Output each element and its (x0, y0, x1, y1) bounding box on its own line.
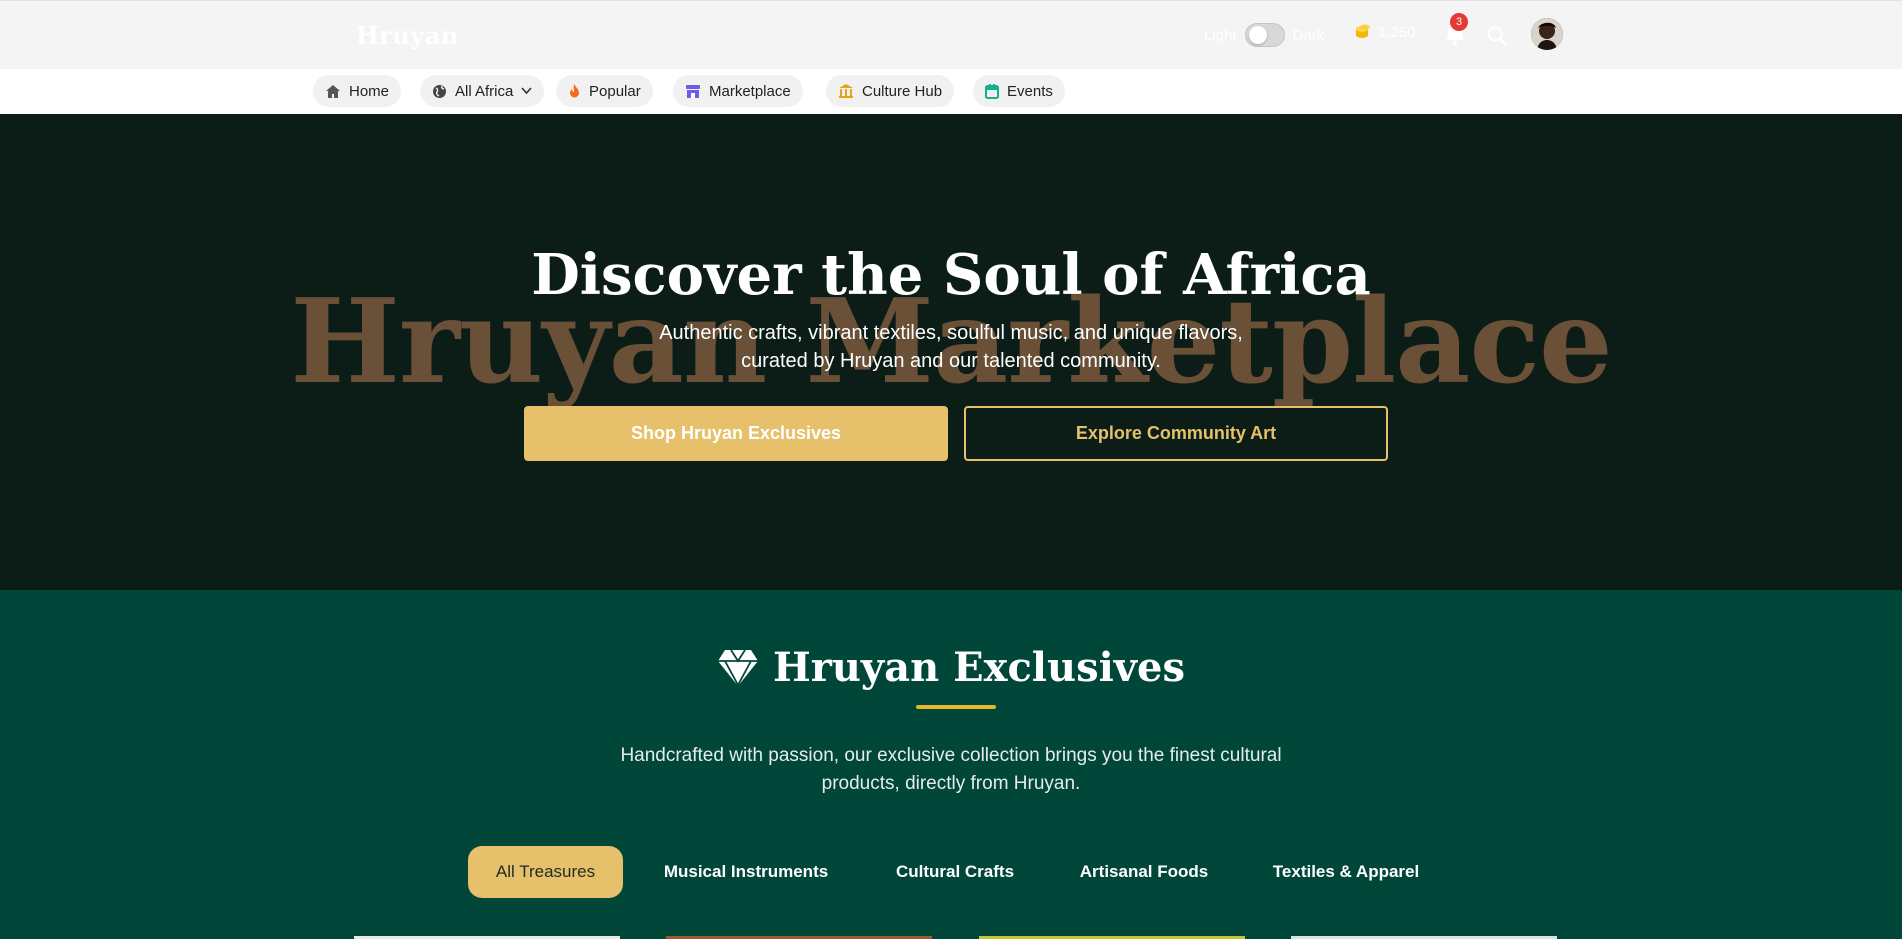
tab-all-treasures[interactable]: All Treasures (468, 846, 623, 898)
nav-item-events[interactable]: Events (973, 75, 1065, 107)
hero-section: Hruyan Marketplace Discover the Soul of … (0, 114, 1902, 590)
hero-subtitle-line: curated by Hruyan and our talented commu… (741, 350, 1161, 372)
description-line: products, directly from Hruyan. (821, 773, 1081, 794)
flame-icon (570, 84, 579, 98)
avatar[interactable] (1531, 18, 1563, 50)
brand-logo[interactable]: Hruyan (356, 21, 459, 50)
theme-dark-label: Dark (1292, 26, 1325, 44)
main-nav: Home All Africa Popular Marketplace Cult… (0, 69, 1902, 114)
tab-textiles-apparel[interactable]: Textiles & Apparel (1256, 846, 1436, 898)
landmark-icon (839, 83, 853, 98)
description-line: Handcrafted with passion, our exclusive … (620, 745, 1282, 766)
switch-knob (1248, 26, 1267, 44)
top-header: Hruyan Light Dark 1,250 3 (0, 0, 1902, 69)
tab-musical-instruments[interactable]: Musical Instruments (648, 846, 844, 898)
nav-item-label: All Africa (455, 82, 514, 100)
tab-artisanal-foods[interactable]: Artisanal Foods (1066, 846, 1222, 898)
home-icon (326, 84, 340, 98)
theme-switch[interactable] (1244, 23, 1285, 47)
exclusives-heading: Hruyan Exclusives (0, 644, 1902, 691)
hero-subtitle-line: Authentic crafts, vibrant textiles, soul… (659, 322, 1243, 344)
calendar-icon (985, 83, 999, 99)
tab-cultural-crafts[interactable]: Cultural Crafts (876, 846, 1034, 898)
exclusives-section: Hruyan Exclusives Handcrafted with passi… (0, 590, 1902, 939)
theme-light-label: Light (1204, 26, 1237, 44)
nav-item-marketplace[interactable]: Marketplace (673, 75, 803, 107)
coin-count: 1,250 (1378, 23, 1416, 41)
exclusives-title: Hruyan Exclusives (772, 644, 1185, 691)
nav-item-label: Marketplace (709, 82, 791, 100)
nav-item-all-africa[interactable]: All Africa (420, 75, 545, 107)
nav-item-label: Popular (589, 82, 641, 100)
shop-exclusives-button[interactable]: Shop Hruyan Exclusives (524, 406, 948, 461)
gem-icon (717, 649, 758, 687)
coins-icon (1356, 24, 1370, 38)
nav-item-popular[interactable]: Popular (556, 75, 653, 107)
nav-item-label: Home (349, 82, 390, 100)
nav-item-label: Events (1007, 82, 1053, 100)
explore-community-art-button[interactable]: Explore Community Art (964, 406, 1388, 461)
chevron-down-icon (521, 87, 532, 95)
exclusives-description: Handcrafted with passion, our exclusive … (590, 742, 1312, 798)
hero-subtitle: Authentic crafts, vibrant textiles, soul… (600, 319, 1302, 375)
nav-item-culture-hub[interactable]: Culture Hub (826, 75, 955, 107)
theme-toggle[interactable]: Light Dark (1204, 21, 1324, 49)
nav-item-label: Culture Hub (862, 82, 943, 100)
title-underline (916, 705, 996, 709)
notification-badge: 3 (1450, 13, 1468, 31)
hero-title: Discover the Soul of Africa (531, 242, 1371, 308)
search-icon[interactable] (1486, 25, 1508, 47)
globe-icon (433, 84, 446, 98)
store-icon (686, 84, 700, 98)
nav-item-home[interactable]: Home (313, 75, 402, 107)
coin-balance[interactable]: 1,250 (1354, 23, 1416, 41)
